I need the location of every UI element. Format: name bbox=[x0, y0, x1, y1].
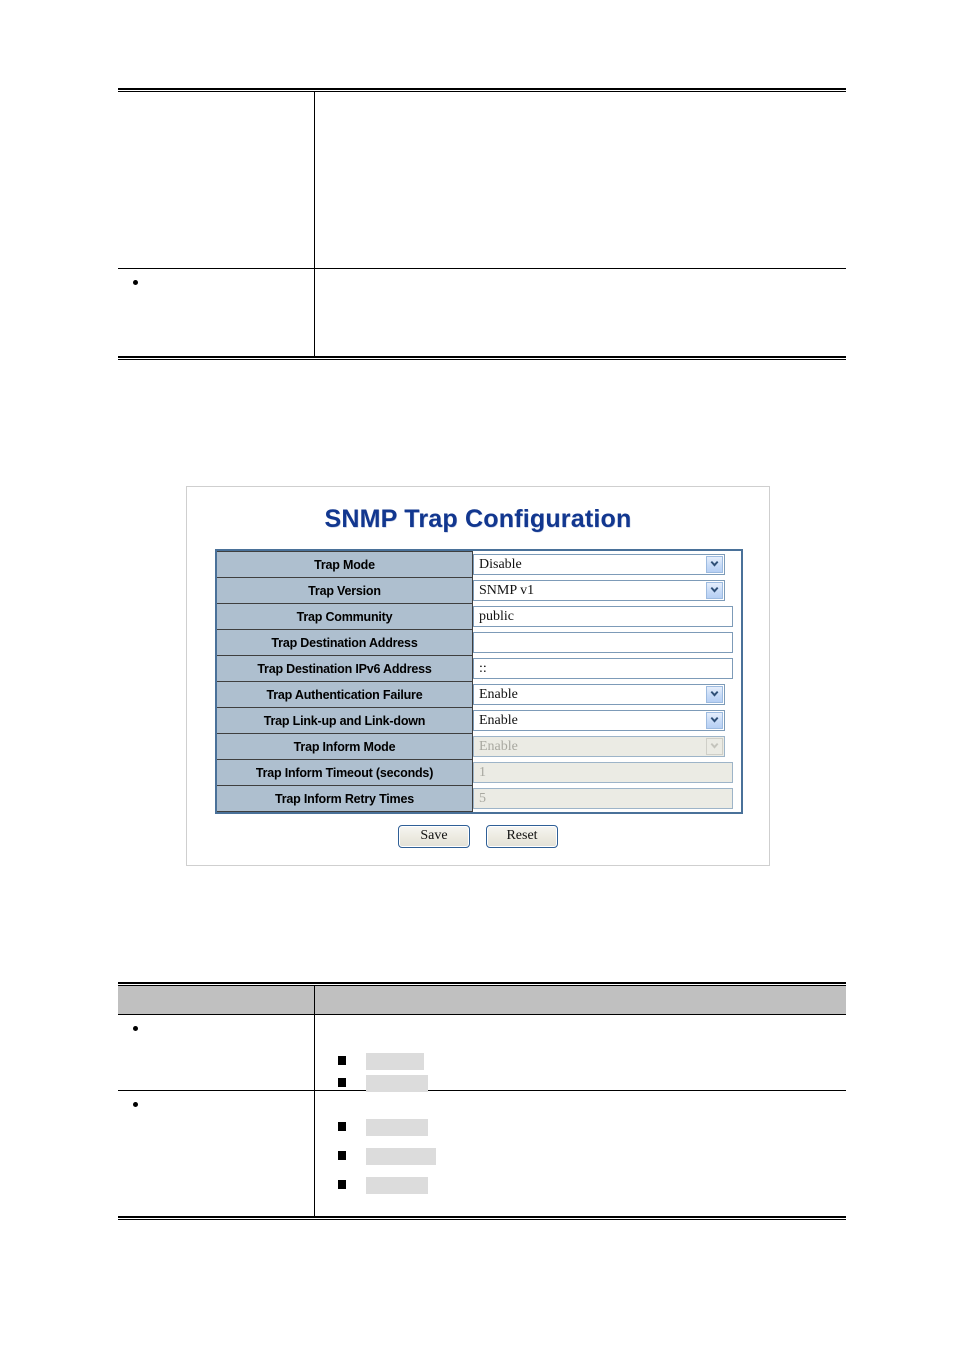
bullet-icon bbox=[133, 1102, 138, 1107]
page-title: SNMP Trap Configuration bbox=[324, 505, 632, 533]
field-trap-destination-address bbox=[472, 629, 741, 656]
redacted-text bbox=[366, 1053, 424, 1070]
redacted-text bbox=[366, 1075, 428, 1092]
row-trap-inform-mode: Trap Inform Mode Enable bbox=[217, 733, 741, 760]
list-item bbox=[324, 1147, 754, 1167]
field-trap-link-up-and-link-down: Enable bbox=[472, 707, 741, 734]
list-item bbox=[324, 1052, 754, 1072]
square-bullet-icon bbox=[338, 1122, 346, 1131]
chevron-down-icon[interactable] bbox=[706, 712, 723, 729]
chevron-down-icon bbox=[706, 738, 723, 755]
trap-mode-value: Disable bbox=[479, 557, 522, 572]
label-trap-inform-timeout: Trap Inform Timeout (seconds) bbox=[217, 759, 473, 786]
field-trap-destination-ipv6-address: :: bbox=[472, 655, 741, 682]
table-row-divider bbox=[118, 268, 846, 269]
trap-authentication-failure-select[interactable]: Enable bbox=[473, 684, 725, 705]
label-trap-mode: Trap Mode bbox=[217, 551, 473, 578]
trap-inform-timeout-input: 1 bbox=[473, 762, 733, 783]
label-trap-link-up-and-link-down: Trap Link-up and Link-down bbox=[217, 707, 473, 734]
field-trap-mode: Disable bbox=[472, 551, 741, 578]
field-trap-inform-timeout: 1 bbox=[472, 759, 741, 786]
bullet-icon bbox=[133, 280, 138, 285]
trap-authentication-failure-value: Enable bbox=[479, 687, 518, 702]
row-trap-destination-ipv6-address: Trap Destination IPv6 Address :: bbox=[217, 655, 741, 682]
snmp-trap-configuration-table: Trap Mode Disable Trap Version SNMP v1 T… bbox=[215, 549, 743, 814]
row-trap-mode: Trap Mode Disable bbox=[217, 551, 741, 578]
square-bullet-icon bbox=[338, 1078, 346, 1087]
row-trap-version: Trap Version SNMP v1 bbox=[217, 577, 741, 604]
reset-button[interactable]: Reset bbox=[486, 825, 558, 848]
trap-destination-ipv6-address-input[interactable]: :: bbox=[473, 658, 733, 679]
table-bottom-rule bbox=[118, 356, 846, 360]
redacted-text bbox=[366, 1148, 436, 1165]
square-bullet-icon bbox=[338, 1180, 346, 1189]
bottom-reference-table bbox=[118, 982, 846, 1222]
trap-link-up-and-link-down-select[interactable]: Enable bbox=[473, 710, 725, 731]
save-button[interactable]: Save bbox=[398, 825, 470, 848]
label-trap-inform-retry-times: Trap Inform Retry Times bbox=[217, 785, 473, 812]
trap-inform-mode-select: Enable bbox=[473, 736, 725, 757]
chevron-down-icon[interactable] bbox=[706, 686, 723, 703]
row-trap-authentication-failure: Trap Authentication Failure Enable bbox=[217, 681, 741, 708]
row-trap-link-up-and-link-down: Trap Link-up and Link-down Enable bbox=[217, 707, 741, 734]
trap-destination-ipv6-address-value: :: bbox=[479, 661, 487, 676]
table-row bbox=[118, 94, 846, 268]
row-trap-community: Trap Community public bbox=[217, 603, 741, 630]
top-reference-table bbox=[118, 88, 846, 360]
field-trap-authentication-failure: Enable bbox=[472, 681, 741, 708]
trap-version-value: SNMP v1 bbox=[479, 583, 535, 598]
bullet-icon bbox=[133, 1026, 138, 1031]
row-trap-inform-retry-times: Trap Inform Retry Times 5 bbox=[217, 785, 741, 812]
trap-link-up-and-link-down-value: Enable bbox=[479, 713, 518, 728]
label-trap-destination-ipv6-address: Trap Destination IPv6 Address bbox=[217, 655, 473, 682]
chevron-down-icon[interactable] bbox=[706, 582, 723, 599]
trap-community-value: public bbox=[479, 609, 514, 624]
list-item bbox=[324, 1074, 754, 1094]
field-trap-version: SNMP v1 bbox=[472, 577, 741, 604]
field-trap-community: public bbox=[472, 603, 741, 630]
table-header-band bbox=[118, 986, 846, 1014]
trap-destination-address-input[interactable] bbox=[473, 632, 733, 653]
trap-inform-timeout-value: 1 bbox=[479, 765, 486, 780]
square-bullet-icon bbox=[338, 1151, 346, 1160]
snmp-trap-configuration-panel: SNMP Trap Configuration Trap Mode Disabl… bbox=[186, 486, 770, 866]
label-trap-destination-address: Trap Destination Address bbox=[217, 629, 473, 656]
label-trap-version: Trap Version bbox=[217, 577, 473, 604]
table-top-rule bbox=[118, 88, 846, 92]
table-row bbox=[118, 270, 846, 356]
row-trap-destination-address: Trap Destination Address bbox=[217, 629, 741, 656]
table-header-rule bbox=[118, 1014, 846, 1015]
table-row bbox=[118, 1016, 846, 1092]
field-trap-inform-retry-times: 5 bbox=[472, 785, 741, 812]
chevron-down-icon[interactable] bbox=[706, 556, 723, 573]
row-trap-inform-timeout: Trap Inform Timeout (seconds) 1 bbox=[217, 759, 741, 786]
table-row bbox=[118, 1092, 846, 1216]
table-bottom-rule bbox=[118, 1216, 846, 1220]
panel-button-row: Save Reset bbox=[187, 825, 769, 848]
label-trap-community: Trap Community bbox=[217, 603, 473, 630]
trap-mode-select[interactable]: Disable bbox=[473, 554, 725, 575]
trap-inform-retry-times-input: 5 bbox=[473, 788, 733, 809]
label-trap-authentication-failure: Trap Authentication Failure bbox=[217, 681, 473, 708]
redacted-text bbox=[366, 1177, 428, 1194]
trap-inform-retry-times-value: 5 bbox=[479, 791, 486, 806]
redacted-text bbox=[366, 1119, 428, 1136]
label-trap-inform-mode: Trap Inform Mode bbox=[217, 733, 473, 760]
list-item bbox=[324, 1118, 754, 1138]
list-item bbox=[324, 1176, 754, 1196]
trap-inform-mode-value: Enable bbox=[479, 739, 518, 754]
trap-community-input[interactable]: public bbox=[473, 606, 733, 627]
field-trap-inform-mode: Enable bbox=[472, 733, 741, 760]
trap-version-select[interactable]: SNMP v1 bbox=[473, 580, 725, 601]
square-bullet-icon bbox=[338, 1056, 346, 1065]
